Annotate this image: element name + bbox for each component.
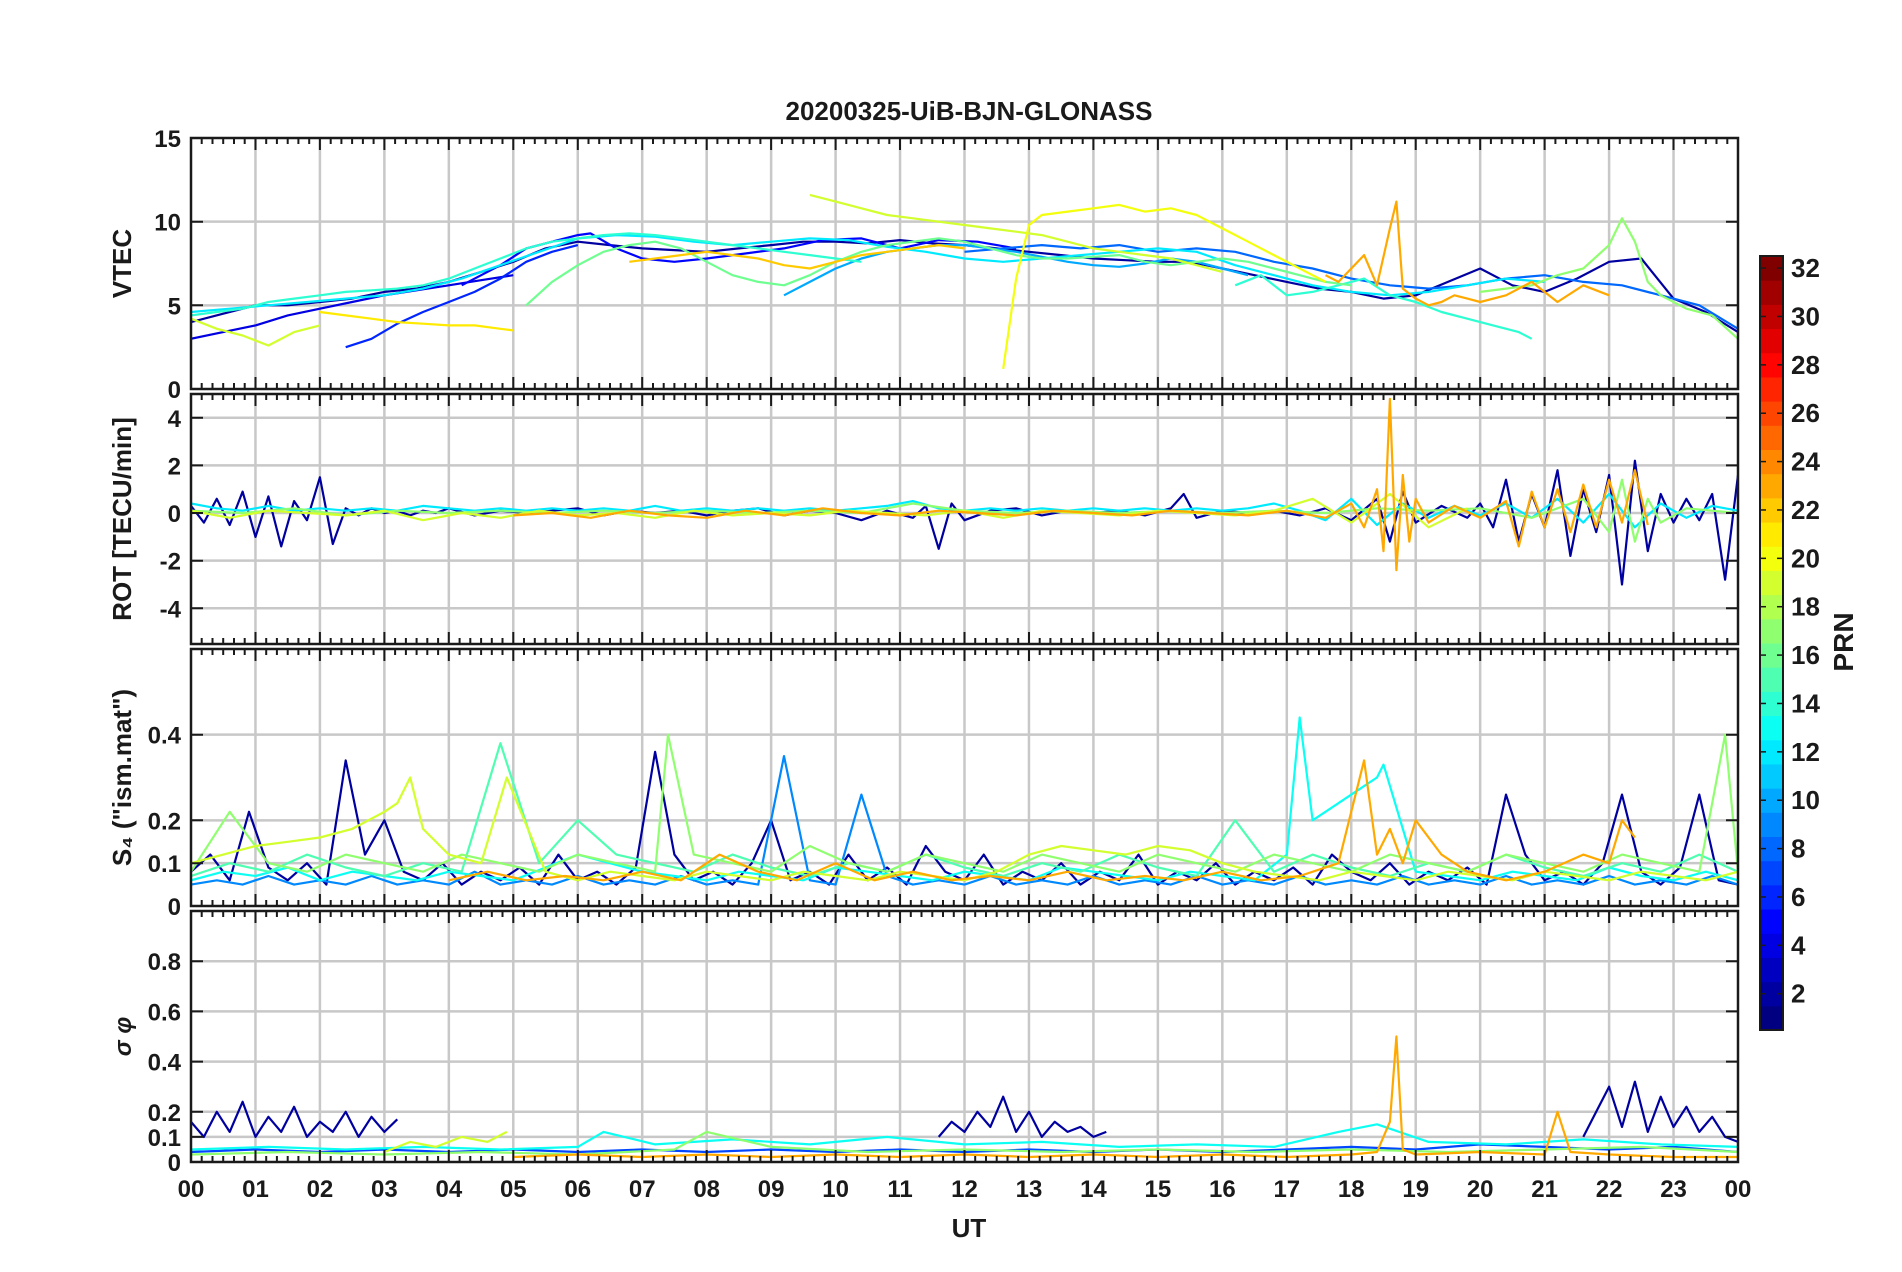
x-tick-label: 13 [1016, 1176, 1043, 1203]
y-tick-label: 0.1 [148, 1125, 181, 1152]
colorbar-swatch [1760, 909, 1783, 934]
y-tick-label: 4 [168, 406, 182, 433]
x-tick-label: 11 [887, 1176, 912, 1203]
x-tick-label: 10 [822, 1176, 849, 1203]
colorbar-tick-label: 24 [1791, 447, 1820, 477]
colorbar-tick-label: 32 [1791, 253, 1820, 283]
colorbar-tick-label: 10 [1791, 785, 1820, 815]
x-tick-label: 12 [951, 1176, 978, 1203]
colorbar-swatch [1760, 376, 1783, 402]
colorbar-tick-label: 12 [1791, 737, 1820, 767]
x-tick-label: 03 [371, 1176, 398, 1203]
colorbar-tick-label: 18 [1791, 592, 1820, 622]
colorbar-tick-label: 4 [1791, 930, 1806, 960]
y-tick-label: 0.2 [148, 808, 181, 835]
colorbar-swatch [1760, 280, 1783, 305]
y-tick-label: 0 [168, 377, 181, 404]
colorbar-label: PRN [1828, 612, 1859, 671]
y-tick-label: 0.8 [148, 949, 181, 976]
y-tick-label: 0 [168, 894, 181, 921]
x-tick-label: 08 [693, 1176, 720, 1203]
colorbar-swatch [1760, 957, 1783, 983]
y-tick-label: 0.1 [148, 851, 181, 878]
x-tick-label: 09 [758, 1176, 785, 1203]
x-tick-label: 14 [1080, 1176, 1107, 1203]
figure: 20200325-UiB-BJN-GLONASS 051015VTEC -4-2… [0, 0, 1902, 1272]
colorbar-tick-label: 20 [1791, 543, 1820, 573]
y-tick-label: 0 [168, 501, 181, 528]
y-tick-label: 0.6 [148, 999, 181, 1026]
y-axis-label: ROT [TECU/min] [107, 417, 137, 621]
y-tick-label: -2 [160, 549, 181, 576]
colorbar-swatch [1760, 473, 1783, 499]
colorbar-swatch [1760, 522, 1783, 547]
x-tick-label: 19 [1402, 1176, 1429, 1203]
colorbar-tick-label: 8 [1791, 834, 1805, 864]
x-tick-label: 20 [1467, 1176, 1494, 1203]
x-tick-label: 15 [1145, 1176, 1172, 1203]
colorbar-swatch [1760, 328, 1783, 354]
panel-vtec: 0 5 10 15 VTEC [107, 126, 1740, 404]
y-axis-label: σ φ [110, 1017, 137, 1057]
y-tick-label: 2 [168, 453, 181, 480]
y-tick-label: 10 [154, 210, 181, 237]
colorbar-swatch [1760, 812, 1783, 837]
y-tick-label: 0.4 [148, 723, 182, 750]
x-tick-label: 18 [1338, 1176, 1365, 1203]
colorbar-swatch [1760, 1005, 1783, 1031]
x-tick-label: 17 [1273, 1176, 1300, 1203]
y-tick-label: 15 [154, 126, 181, 153]
x-tick-label: 04 [435, 1176, 462, 1203]
colorbar-tick-label: 16 [1791, 640, 1820, 670]
x-tick-label: 05 [500, 1176, 527, 1203]
y-axis-label: VTEC [107, 229, 137, 299]
x-axis-label: UT [952, 1213, 987, 1243]
colorbar-swatch [1760, 763, 1783, 789]
panel-sigma: 00.10.2 0.4 0.6 0.8 σ φ [110, 909, 1740, 1177]
colorbar-tick-label: 6 [1791, 882, 1805, 912]
colorbar-swatch [1760, 618, 1783, 644]
x-tick-label: 01 [242, 1176, 269, 1203]
x-tick-label: 21 [1531, 1176, 1558, 1203]
x-tick-label: 00 [178, 1176, 205, 1203]
panel-rot: -4 -2 0 2 4 ROT [TECU/min] [107, 392, 1740, 646]
chart-title: 20200325-UiB-BJN-GLONASS [785, 96, 1152, 126]
colorbar-swatch [1760, 425, 1783, 450]
x-tick-label: 07 [629, 1176, 656, 1203]
colorbar-tick-label: 2 [1791, 979, 1805, 1009]
colorbar-swatch [1760, 570, 1783, 596]
colorbar-swatch [1760, 667, 1783, 692]
y-tick-label: -4 [160, 596, 182, 623]
colorbar-tick-label: 26 [1791, 398, 1820, 428]
y-axis-label: S₄ ("ism.mat") [107, 689, 137, 866]
x-tick-label: 02 [307, 1176, 334, 1203]
x-tick-label: 22 [1596, 1176, 1623, 1203]
colorbar-tick-label: 22 [1791, 495, 1820, 525]
x-tick-label: 16 [1209, 1176, 1236, 1203]
colorbar-tick-label: 30 [1791, 301, 1820, 331]
y-tick-label: 0.2 [148, 1100, 181, 1127]
x-tick-label: 06 [564, 1176, 591, 1203]
panel-s4: 0 0.1 0.2 0.4 S₄ ("ism.mat") [107, 647, 1740, 921]
x-tick-label: 00 [1725, 1176, 1752, 1203]
colorbar-tick-label: 28 [1791, 350, 1820, 380]
colorbar-swatch [1760, 715, 1783, 741]
y-tick-label: 0 [168, 1150, 181, 1177]
y-tick-label: 5 [168, 293, 181, 320]
colorbar-swatch [1760, 860, 1783, 886]
colorbar-tick-label: 14 [1791, 688, 1820, 718]
y-tick-label: 0.4 [148, 1050, 182, 1077]
x-tick-label: 23 [1660, 1176, 1687, 1203]
